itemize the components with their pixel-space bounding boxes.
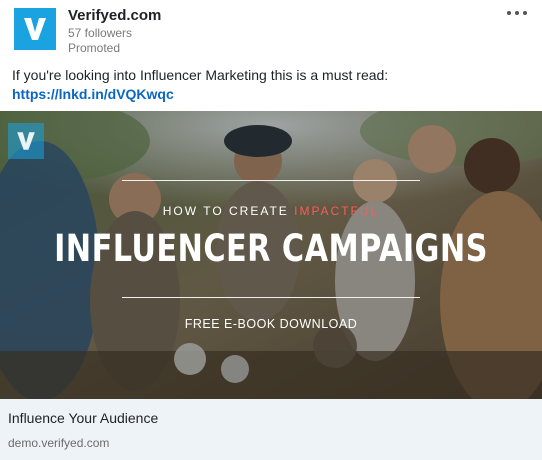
- dot: [515, 11, 519, 15]
- banner-logo: [8, 123, 44, 159]
- v-logo-small-icon: [17, 132, 35, 150]
- link-preview-domain: demo.verifyed.com: [8, 436, 110, 450]
- divider-top: [122, 180, 420, 181]
- post-body-text: If you're looking into Influencer Market…: [12, 67, 389, 83]
- post-header: Verifyed.com 57 followers Promoted: [0, 0, 542, 62]
- banner-subtitle: FREE E-BOOK DOWNLOAD: [184, 317, 358, 331]
- banner-title: INFLUENCER CAMPAIGNS: [54, 227, 488, 270]
- link-preview-card[interactable]: Influence Your Audience demo.verifyed.co…: [0, 399, 542, 460]
- follower-count: 57 followers: [68, 26, 133, 40]
- company-name[interactable]: Verifyed.com: [68, 7, 161, 24]
- divider-bottom: [122, 297, 420, 298]
- promoted-label: Promoted: [68, 41, 121, 55]
- dot: [523, 11, 527, 15]
- company-logo[interactable]: [14, 8, 56, 50]
- banner-kicker-highlight: IMPACTFUL: [294, 204, 380, 218]
- post-link[interactable]: https://lnkd.in/dVQKwqc: [12, 86, 174, 102]
- dot: [507, 11, 511, 15]
- banner-kicker-text: HOW TO CREATE: [162, 204, 295, 218]
- banner-kicker: HOW TO CREATE IMPACTFUL: [0, 204, 542, 218]
- more-options-icon[interactable]: [504, 6, 530, 20]
- banner-image[interactable]: HOW TO CREATE IMPACTFUL INFLUENCER CAMPA…: [0, 111, 542, 399]
- link-preview-title[interactable]: Influence Your Audience: [8, 410, 158, 426]
- v-logo-icon: [24, 18, 46, 40]
